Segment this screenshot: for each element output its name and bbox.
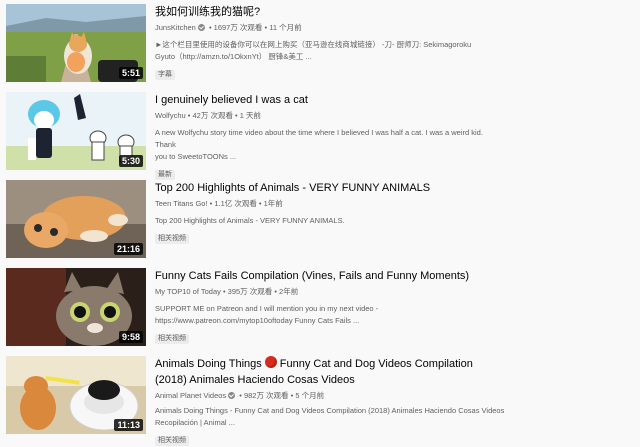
video-info: I genuinely believed I was a cat Wolfych… xyxy=(155,92,515,181)
view-stats: • 1.1亿 次观看 • 1年前 xyxy=(207,199,283,208)
channel-name[interactable]: Animal Planet Videos xyxy=(155,391,226,400)
view-stats: • 42万 次观看 • 1 天前 xyxy=(185,111,261,120)
description-line: Recopilación | Animal ... xyxy=(155,418,235,427)
video-meta: Animal Planet Videos • 982万 次观看 • 5 个月前 xyxy=(155,390,515,401)
view-stats: • 982万 次观看 • 5 个月前 xyxy=(237,391,325,400)
description-line: A new Wolfychu story time video about th… xyxy=(155,128,483,149)
related-badge: 相关视频 xyxy=(155,234,189,244)
video-title[interactable]: Funny Cats Fails Compilation (Vines, Fai… xyxy=(155,268,515,284)
video-info: 我如何训练我的猫呢? JunsKitchen • 1697万 次观看 • 11 … xyxy=(155,4,515,81)
video-result: 5:51 我如何训练我的猫呢? JunsKitchen • 1697万 次观看 … xyxy=(6,4,636,84)
video-title[interactable]: Animals Doing Things Funny Cat and Dog Vi… xyxy=(155,356,515,388)
video-thumbnail[interactable]: 5:30 xyxy=(6,92,146,170)
video-duration: 5:30 xyxy=(118,155,143,167)
subtitles-badge: 字幕 xyxy=(155,70,175,80)
video-title[interactable]: I genuinely believed I was a cat xyxy=(155,92,515,108)
video-info: Top 200 Highlights of Animals - VERY FUN… xyxy=(155,180,515,245)
video-title-part: (2018) Animales Haciendo Cosas Videos xyxy=(155,374,355,386)
verified-check-icon xyxy=(197,24,205,31)
video-title[interactable]: Top 200 Highlights of Animals - VERY FUN… xyxy=(155,180,515,196)
related-badge: 相关视频 xyxy=(155,334,189,344)
description-line: SUPPORT ME on Patreon and I will mention… xyxy=(155,304,379,313)
video-meta: JunsKitchen • 1697万 次观看 • 11 个月前 xyxy=(155,22,515,33)
related-badge: 相关视频 xyxy=(155,436,189,446)
description-line: Top 200 Highlights of Animals - VERY FUN… xyxy=(155,216,345,225)
view-stats: • 395万 次观看 • 2年前 xyxy=(220,287,299,296)
video-result: 5:30 I genuinely believed I was a cat Wo… xyxy=(6,92,636,180)
new-badge: 最新 xyxy=(155,170,175,180)
video-duration: 5:51 xyxy=(118,67,143,79)
description-line: you to SweetoTOONs ... xyxy=(155,152,237,161)
video-meta: Wolfychu • 42万 次观看 • 1 天前 xyxy=(155,110,515,121)
video-description: A new Wolfychu story time video about th… xyxy=(155,127,505,163)
video-result: 21:16 Top 200 Highlights of Animals - VE… xyxy=(6,180,636,260)
description-line: Gyuto（http://amzn.to/1OkxnYt） 厨锋&美工 ... xyxy=(155,52,312,61)
verified-check-icon xyxy=(228,392,236,399)
description-line: Animals Doing Things - Funny Cat and Dog… xyxy=(155,406,505,415)
video-title-part: Animals Doing Things xyxy=(155,358,262,370)
video-result: 11:13 Animals Doing Things Funny Cat and … xyxy=(6,356,636,446)
video-info: Funny Cats Fails Compilation (Vines, Fai… xyxy=(155,268,515,345)
video-thumbnail[interactable]: 21:16 xyxy=(6,180,146,258)
description-line: ►这个栏目里使用的设备你可以在网上购买（亚马逊在线商城链接） -刀- 厨师刀: … xyxy=(155,40,472,49)
channel-name[interactable]: Teen Titans Go! xyxy=(155,199,208,208)
video-meta: Teen Titans Go! • 1.1亿 次观看 • 1年前 xyxy=(155,198,515,209)
video-description: ►这个栏目里使用的设备你可以在网上购买（亚马逊在线商城链接） -刀- 厨师刀: … xyxy=(155,39,505,63)
channel-name[interactable]: JunsKitchen xyxy=(155,23,196,32)
video-meta: My TOP10 of Today • 395万 次观看 • 2年前 xyxy=(155,286,515,297)
video-duration: 11:13 xyxy=(114,419,143,431)
video-info: Animals Doing Things Funny Cat and Dog Vi… xyxy=(155,356,515,447)
view-stats: • 1697万 次观看 • 11 个月前 xyxy=(206,23,302,32)
video-result: 9:58 Funny Cats Fails Compilation (Vines… xyxy=(6,268,636,348)
video-thumbnail[interactable]: 9:58 xyxy=(6,268,146,346)
search-results-list: 5:51 我如何训练我的猫呢? JunsKitchen • 1697万 次观看 … xyxy=(0,0,640,446)
channel-name[interactable]: Wolfychu xyxy=(155,111,186,120)
video-description: Animals Doing Things - Funny Cat and Dog… xyxy=(155,405,505,429)
video-thumbnail[interactable]: 5:51 xyxy=(6,4,146,82)
video-title[interactable]: 我如何训练我的猫呢? xyxy=(155,4,515,20)
video-description: Top 200 Highlights of Animals - VERY FUN… xyxy=(155,215,505,227)
channel-name[interactable]: My TOP10 of Today xyxy=(155,287,221,296)
description-line: https://www.patreon.com/mytop10oftoday F… xyxy=(155,316,360,325)
video-description: SUPPORT ME on Patreon and I will mention… xyxy=(155,303,505,327)
red-circle-emoji-icon xyxy=(264,356,277,368)
video-thumbnail[interactable]: 11:13 xyxy=(6,356,146,434)
video-duration: 21:16 xyxy=(113,243,143,255)
video-duration: 9:58 xyxy=(118,331,143,343)
video-title-part: Funny Cat and Dog Videos Compilation xyxy=(279,358,473,370)
